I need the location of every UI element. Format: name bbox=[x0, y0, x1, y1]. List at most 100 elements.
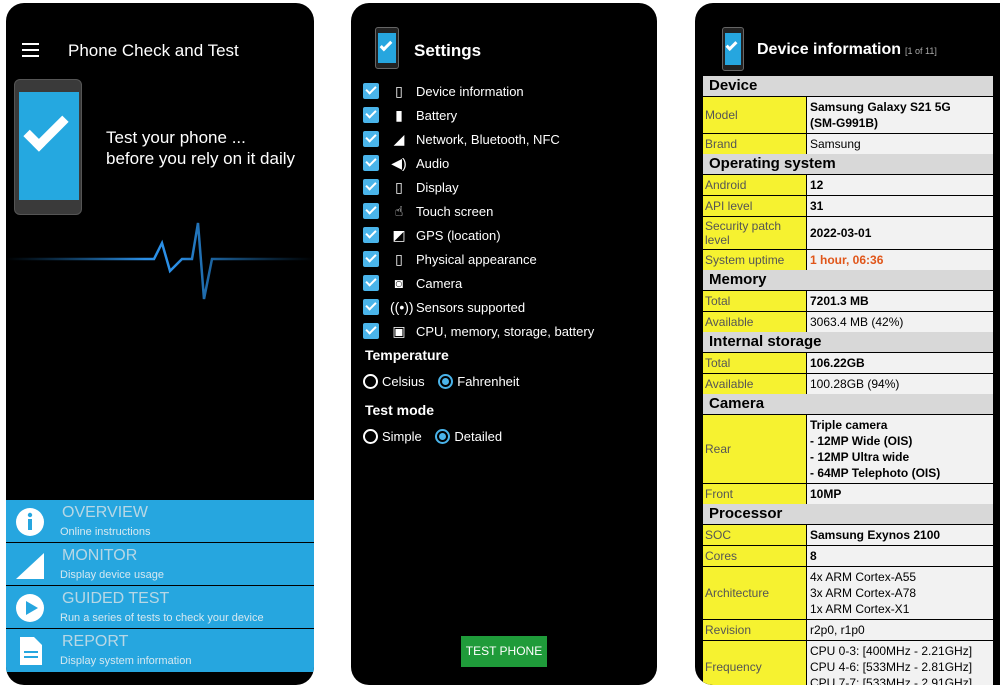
checkbox[interactable] bbox=[363, 107, 379, 123]
home-screen: Phone Check and Test Test your phone ...… bbox=[6, 3, 314, 685]
tagline-line-1: Test your phone ... bbox=[106, 128, 246, 147]
option-physical-appearance[interactable]: ▯ Physical appearance bbox=[363, 248, 653, 272]
menu-item-monitor[interactable]: MONITOR Display device usage bbox=[6, 543, 314, 586]
sensor-icon: ((•)) bbox=[390, 299, 414, 315]
phone-check-icon bbox=[375, 27, 399, 69]
info-key: Android bbox=[703, 174, 807, 195]
info-value: 7201.3 MB bbox=[807, 290, 993, 311]
info-row: Model Samsung Galaxy S21 5G (SM-G991B) bbox=[703, 96, 993, 133]
info-key: Available bbox=[703, 311, 807, 332]
option-label: Touch screen bbox=[416, 204, 494, 219]
info-value: 2022-03-01 bbox=[807, 216, 993, 249]
radio-label: Detailed bbox=[454, 429, 503, 445]
info-value: Samsung bbox=[807, 133, 993, 154]
info-icon bbox=[16, 508, 44, 536]
section-heading: Memory bbox=[703, 270, 993, 290]
option-battery[interactable]: ▮ Battery bbox=[363, 104, 653, 128]
option-label: GPS (location) bbox=[416, 228, 501, 243]
section-heading: Internal storage bbox=[703, 332, 993, 352]
info-key: Security patch level bbox=[703, 216, 807, 249]
info-key: Frequency bbox=[703, 640, 807, 685]
option-device-information[interactable]: ▯ Device information bbox=[363, 80, 653, 104]
checkbox[interactable] bbox=[363, 275, 379, 291]
checkbox[interactable] bbox=[363, 179, 379, 195]
checkbox[interactable] bbox=[363, 323, 379, 339]
menu-label: GUIDED TEST bbox=[62, 590, 170, 607]
menu-sub: Display system information bbox=[60, 655, 192, 667]
section-heading: Device bbox=[703, 76, 993, 96]
radio-label: Celsius bbox=[382, 374, 425, 390]
signal-bars-icon bbox=[16, 553, 44, 579]
checkbox[interactable] bbox=[363, 83, 379, 99]
info-key: Front bbox=[703, 483, 807, 504]
option-audio[interactable]: ◀) Audio bbox=[363, 152, 653, 176]
menu-label: MONITOR bbox=[62, 547, 138, 564]
checkbox[interactable] bbox=[363, 155, 379, 171]
option-display[interactable]: ▯ Display bbox=[363, 176, 653, 200]
page-title-text: Device information bbox=[757, 41, 902, 58]
option-cpu-memory[interactable]: ▣ CPU, memory, storage, battery bbox=[363, 320, 653, 344]
option-label: Sensors supported bbox=[416, 300, 526, 315]
phone-check-icon bbox=[722, 27, 744, 71]
menu-sub: Display device usage bbox=[60, 569, 164, 581]
signal-icon: ◢ bbox=[393, 131, 405, 147]
info-value: 4x ARM Cortex-A55 3x ARM Cortex-A78 1x A… bbox=[807, 566, 993, 619]
option-label: Display bbox=[416, 180, 459, 195]
radio-label: Simple bbox=[382, 429, 422, 445]
test-mode-options: Simple Detailed bbox=[363, 428, 512, 445]
display-icon: ▯ bbox=[395, 179, 403, 195]
checkbox[interactable] bbox=[363, 251, 379, 267]
info-table: Device Model Samsung Galaxy S21 5G (SM-G99… bbox=[703, 76, 993, 685]
checkbox[interactable] bbox=[363, 227, 379, 243]
info-row: Total 7201.3 MB bbox=[703, 290, 993, 311]
test-phone-button[interactable]: TEST PHONE bbox=[461, 636, 547, 667]
info-key: Brand bbox=[703, 133, 807, 154]
radio-detailed[interactable] bbox=[435, 429, 451, 445]
info-value: 8 bbox=[807, 545, 993, 566]
section-heading: Operating system bbox=[703, 154, 993, 174]
option-touch-screen[interactable]: ☝ Touch screen bbox=[363, 200, 653, 224]
info-row: API level 31 bbox=[703, 195, 993, 216]
radio-celsius[interactable] bbox=[363, 374, 378, 390]
option-camera[interactable]: ◙ Camera bbox=[363, 272, 653, 296]
phone-check-icon bbox=[14, 79, 82, 215]
option-label: CPU, memory, storage, battery bbox=[416, 324, 595, 339]
option-label: Device information bbox=[416, 84, 524, 99]
checkbox[interactable] bbox=[363, 131, 379, 147]
info-row: Frequency CPU 0-3: [400MHz - 2.21GHz] CPU… bbox=[703, 640, 993, 685]
info-value: 10MP bbox=[807, 483, 993, 504]
info-value: 31 bbox=[807, 195, 993, 216]
test-options: ▯ Device information ▮ Battery ◢ Network, B… bbox=[363, 80, 653, 344]
temperature-options: Celsius Fahrenheit bbox=[363, 373, 529, 390]
option-sensors[interactable]: ((•)) Sensors supported bbox=[363, 296, 653, 320]
radio-label: Fahrenheit bbox=[457, 374, 520, 390]
info-row: Rear Triple camera - 12MP Wide (OIS) - 12… bbox=[703, 414, 993, 483]
radio-simple[interactable] bbox=[363, 429, 378, 445]
radio-fahrenheit[interactable] bbox=[438, 374, 454, 390]
checkbox[interactable] bbox=[363, 203, 379, 219]
menu-item-report[interactable]: REPORT Display system information bbox=[6, 629, 314, 672]
page-counter: [1 of 11] bbox=[905, 46, 937, 56]
option-label: Network, Bluetooth, NFC bbox=[416, 132, 560, 147]
app-title: Phone Check and Test bbox=[68, 41, 239, 60]
device-info-screen: Device information [1 of 11] Device Model S… bbox=[695, 3, 1000, 685]
main-menu: OVERVIEW Online instructions MONITOR Dis… bbox=[6, 500, 314, 672]
info-row: System uptime 1 hour, 06:36 bbox=[703, 249, 993, 270]
checkbox[interactable] bbox=[363, 299, 379, 315]
menu-item-guided-test[interactable]: GUIDED TEST Run a series of tests to che… bbox=[6, 586, 314, 629]
battery-icon: ▮ bbox=[395, 107, 403, 123]
info-key: Cores bbox=[703, 545, 807, 566]
menu-item-overview[interactable]: OVERVIEW Online instructions bbox=[6, 500, 314, 543]
option-label: Camera bbox=[416, 276, 463, 291]
option-network[interactable]: ◢ Network, Bluetooth, NFC bbox=[363, 128, 653, 152]
info-value: 12 bbox=[807, 174, 993, 195]
info-box-icon: ▯ bbox=[395, 83, 403, 99]
option-gps[interactable]: ◩ GPS (location) bbox=[363, 224, 653, 248]
info-key: System uptime bbox=[703, 249, 807, 270]
menu-icon[interactable] bbox=[22, 43, 39, 57]
info-key: Architecture bbox=[703, 566, 807, 619]
info-row: Available 3063.4 MB (42%) bbox=[703, 311, 993, 332]
info-key: API level bbox=[703, 195, 807, 216]
chip-icon: ▣ bbox=[392, 323, 406, 339]
info-row: Front 10MP bbox=[703, 483, 993, 504]
